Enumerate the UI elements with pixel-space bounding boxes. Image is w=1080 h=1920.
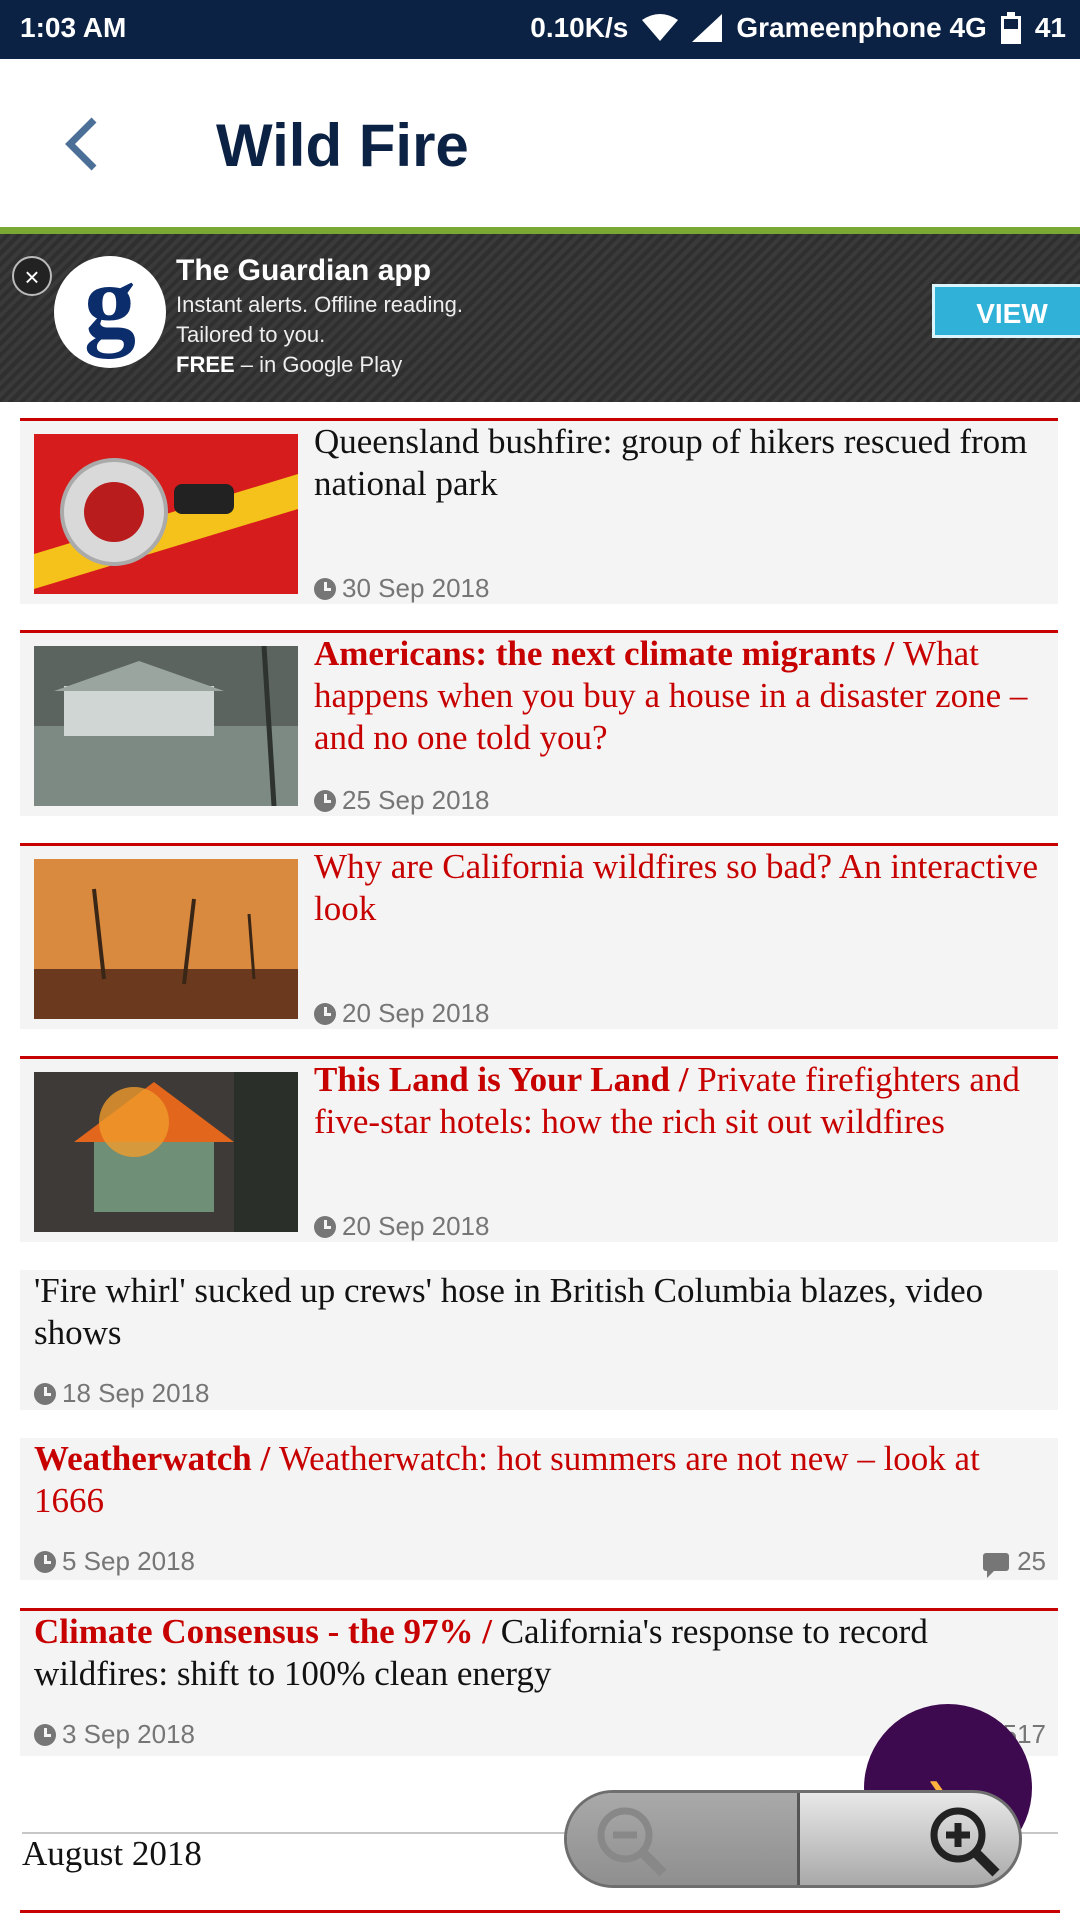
article-kicker: Americans: the next climate migrants / [314, 634, 904, 673]
next-article-border [20, 1910, 1060, 1913]
article-date: 5 Sep 2018 [62, 1546, 196, 1576]
article-date: 30 Sep 2018 [342, 573, 490, 603]
view-button[interactable]: VIEW [932, 284, 1080, 338]
article-card[interactable]: Why are California wildfires so bad? An … [20, 843, 1058, 1029]
close-icon[interactable]: × [12, 256, 52, 296]
article-meta: 30 Sep 2018 [314, 573, 489, 604]
article-date: 20 Sep 2018 [342, 1211, 490, 1241]
article-thumbnail [34, 434, 298, 594]
banner-line-2: Tailored to you. [176, 322, 326, 347]
article-title: 'Fire whirl' sucked up crews' hose in Br… [34, 1271, 984, 1352]
article-headline: Queensland bushfire: group of hikers res… [314, 421, 1044, 505]
battery-level: 41 [1034, 12, 1066, 43]
zoom-out-icon [597, 1807, 667, 1877]
article-meta: 18 Sep 2018 [34, 1378, 209, 1409]
divider [0, 227, 1080, 234]
article-date: 18 Sep 2018 [62, 1378, 210, 1408]
article-thumbnail [34, 859, 298, 1019]
article-card[interactable]: 'Fire whirl' sucked up crews' hose in Br… [20, 1270, 1058, 1410]
article-headline: 'Fire whirl' sucked up crews' hose in Br… [34, 1270, 1044, 1354]
banner-free: FREE [176, 352, 235, 377]
comment-count[interactable]: 25 [983, 1546, 1046, 1578]
article-title: Queensland bushfire: group of hikers res… [314, 422, 1028, 503]
clock-icon [314, 789, 336, 812]
banner-title: The Guardian app [176, 254, 432, 287]
status-bar: 1:03 AM 0.10K/s Grameenphone 4G 41 [0, 0, 1080, 59]
article-kicker: This Land is Your Land / [314, 1060, 698, 1099]
article-headline: Weatherwatch / Weatherwatch: hot summers… [34, 1438, 1044, 1522]
article-card[interactable]: Weatherwatch / Weatherwatch: hot summers… [20, 1438, 1058, 1580]
battery-icon [1000, 12, 1021, 44]
article-kicker: Weatherwatch / [34, 1439, 279, 1478]
article-date: 25 Sep 2018 [342, 785, 490, 815]
article-thumbnail [34, 1072, 298, 1232]
signal-icon [692, 14, 723, 42]
clock-icon [34, 1550, 56, 1573]
month-heading: August 2018 [22, 1834, 202, 1873]
banner-store: – in Google Play [234, 352, 403, 377]
clock-icon [34, 1382, 56, 1405]
wifi-icon [642, 14, 679, 41]
article-date: 20 Sep 2018 [342, 998, 490, 1028]
article-headline: Americans: the next climate migrants / W… [314, 633, 1054, 759]
app-promo-banner[interactable]: × g The Guardian app Instant alerts. Off… [0, 234, 1080, 402]
status-time: 1:03 AM [20, 12, 127, 43]
zoom-in-icon [930, 1807, 1000, 1877]
article-headline: This Land is Your Land / Private firefig… [314, 1059, 1054, 1143]
app-bar: Wild Fire [0, 59, 1080, 227]
clock-icon [314, 1215, 336, 1238]
back-arrow-icon[interactable] [60, 114, 104, 174]
article-kicker: Climate Consensus - the 97% / [34, 1612, 501, 1651]
article-card[interactable]: This Land is Your Land / Private firefig… [20, 1056, 1058, 1242]
comment-number: 25 [1017, 1546, 1046, 1576]
guardian-logo: g [54, 250, 166, 368]
clock-icon [34, 1723, 56, 1746]
comment-icon [983, 1552, 1010, 1578]
zoom-out-button[interactable] [567, 1793, 797, 1885]
article-meta: 3 Sep 2018 [34, 1719, 195, 1750]
page-title: Wild Fire [216, 112, 469, 179]
article-meta: 5 Sep 2018 [34, 1546, 195, 1577]
article-meta: 20 Sep 2018 [314, 998, 489, 1029]
clock-icon [314, 577, 336, 600]
article-headline: Climate Consensus - the 97% / California… [34, 1611, 1044, 1695]
article-card[interactable]: Queensland bushfire: group of hikers res… [20, 418, 1058, 604]
article-title: Why are California wildfires so bad? An … [314, 847, 1039, 928]
article-meta: 20 Sep 2018 [314, 1211, 489, 1242]
zoom-controls [564, 1790, 1022, 1888]
network-speed: 0.10K/s [530, 12, 629, 43]
article-headline: Why are California wildfires so bad? An … [314, 846, 1044, 930]
article-meta: 25 Sep 2018 [314, 785, 489, 816]
zoom-in-button[interactable] [800, 1793, 1019, 1885]
article-thumbnail [34, 646, 298, 806]
article-card[interactable]: Americans: the next climate migrants / W… [20, 630, 1058, 816]
banner-line-3: FREE – in Google Play [176, 352, 402, 378]
carrier-name: Grameenphone 4G [736, 12, 987, 43]
article-date: 3 Sep 2018 [62, 1719, 196, 1749]
clock-icon [314, 1002, 336, 1025]
banner-line-1: Instant alerts. Offline reading. [176, 292, 463, 317]
